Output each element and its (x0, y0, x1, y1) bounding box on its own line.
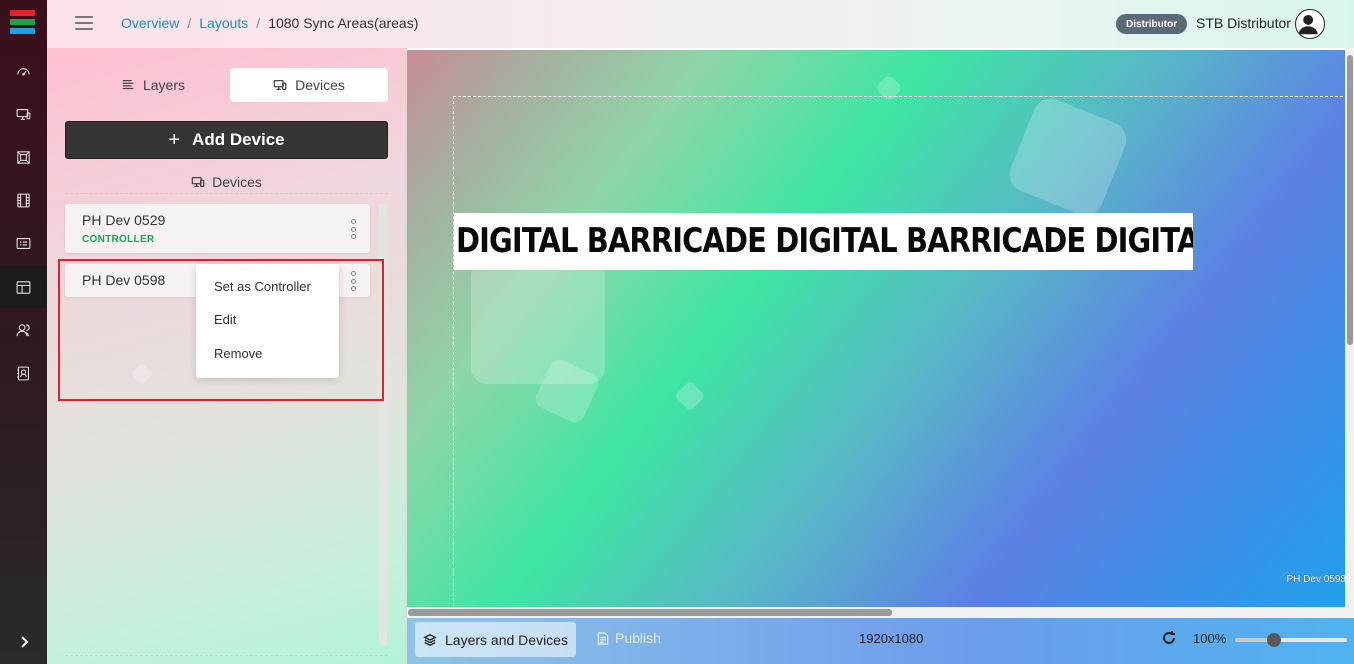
device-screen-area[interactable] (453, 96, 1354, 610)
devices-icon (273, 80, 287, 90)
logo-stripe-green (10, 19, 35, 25)
rail-item-playlists[interactable] (0, 222, 47, 264)
left-rail (0, 0, 47, 664)
hamburger-line (75, 28, 93, 30)
kebab-dot-icon (350, 226, 356, 232)
chevron-right-icon (20, 636, 28, 648)
controller-badge: CONTROLLER (82, 234, 155, 245)
layers-list-icon (122, 80, 134, 90)
refresh-icon (1163, 631, 1175, 644)
layout-canvas[interactable]: DIGITAL BARRICADE DIGITAL BARRICADE DIGI… (407, 50, 1354, 610)
screen-device-label: PH Dev 0598 (1286, 574, 1346, 585)
canvas-toolbar: Layers and Devices Publish 1920x1080 100… (407, 618, 1354, 664)
user-avatar-icon (1298, 14, 1318, 35)
dashboard-icon (17, 67, 30, 76)
kebab-dot-icon (350, 234, 356, 239)
breadcrumb: Overview / Layouts / 1080 Sync Areas(are… (121, 15, 418, 31)
rail-item-layouts[interactable] (0, 266, 47, 308)
layout-side-panel: Layers Devices + Add Device Devices PH D… (47, 48, 407, 664)
breadcrumb-separator: / (187, 15, 192, 31)
rail-item-users[interactable] (0, 309, 47, 351)
breadcrumb-current: 1080 Sync Areas(areas) (268, 15, 419, 31)
add-device-label: Add Device (192, 130, 285, 149)
zoom-level-readout: 100% (1193, 631, 1227, 646)
monitor-icon (16, 108, 31, 120)
image-gallery-icon (17, 150, 30, 164)
top-bar: Overview / Layouts / 1080 Sync Areas(are… (47, 0, 1354, 48)
document-icon (597, 631, 609, 645)
breadcrumb-overview[interactable]: Overview (121, 15, 179, 31)
zoom-slider-handle[interactable] (1267, 633, 1282, 647)
rail-item-dashboard[interactable] (0, 50, 47, 92)
device-options-button[interactable] (350, 219, 356, 239)
rail-item-reports[interactable] (0, 352, 47, 394)
breadcrumb-separator: / (256, 15, 261, 31)
add-device-button[interactable]: + Add Device (65, 121, 388, 159)
ticker-area[interactable]: DIGITAL BARRICADE DIGITAL BARRICADE DIGI… (454, 213, 1193, 270)
device-card[interactable]: PH Dev 0529 CONTROLLER (65, 204, 370, 253)
avatar[interactable] (1295, 9, 1325, 39)
highlight-outline (58, 259, 384, 401)
zoom-slider[interactable] (1235, 633, 1347, 647)
tab-devices[interactable]: Devices (230, 68, 388, 102)
publish-label: Publish (615, 630, 661, 646)
tab-layers-label: Layers (142, 77, 186, 93)
device-name: PH Dev 0529 (82, 212, 166, 228)
kebab-dot-icon (350, 219, 356, 224)
users-icon (16, 323, 30, 336)
report-icon (17, 366, 29, 380)
devices-icon (191, 176, 205, 187)
hamburger-icon (75, 16, 93, 18)
ticker-text: DIGITAL BARRICADE DIGITAL BARRICADE DIGI… (456, 221, 1193, 261)
rail-expand-button[interactable] (0, 620, 47, 664)
devices-section-header: Devices (65, 170, 388, 194)
rail-item-media[interactable] (0, 136, 47, 178)
hamburger-line (75, 22, 93, 24)
logo-stripe-red (10, 10, 35, 16)
canvas-vertical-scroll-thumb[interactable] (1347, 55, 1353, 345)
reset-zoom-button[interactable] (1161, 630, 1177, 646)
layout-icon (16, 280, 31, 294)
playlist-icon (16, 237, 31, 249)
rail-item-devices[interactable] (0, 93, 47, 135)
film-icon (17, 193, 30, 207)
publish-button[interactable]: Publish (597, 630, 661, 646)
resolution-readout: 1920x1080 (859, 631, 924, 646)
user-name[interactable]: STB Distributor (1196, 15, 1291, 31)
panel-divider (65, 655, 388, 656)
plus-icon: + (168, 129, 181, 151)
logo-stripe-blue (10, 28, 35, 34)
menu-toggle-button[interactable] (75, 16, 93, 30)
layers-and-devices-button[interactable]: Layers and Devices (415, 622, 576, 657)
tab-layers[interactable]: Layers (74, 68, 232, 102)
canvas-horizontal-scroll-thumb[interactable] (408, 609, 892, 616)
devices-section-title: Devices (212, 173, 262, 190)
layers-stack-icon (423, 633, 437, 646)
breadcrumb-layouts[interactable]: Layouts (199, 15, 248, 31)
tab-devices-label: Devices (295, 77, 345, 93)
rail-item-video[interactable] (0, 179, 47, 221)
role-badge: Distributor (1116, 14, 1188, 34)
app-logo[interactable] (10, 10, 35, 38)
layers-and-devices-label: Layers and Devices (445, 631, 568, 648)
